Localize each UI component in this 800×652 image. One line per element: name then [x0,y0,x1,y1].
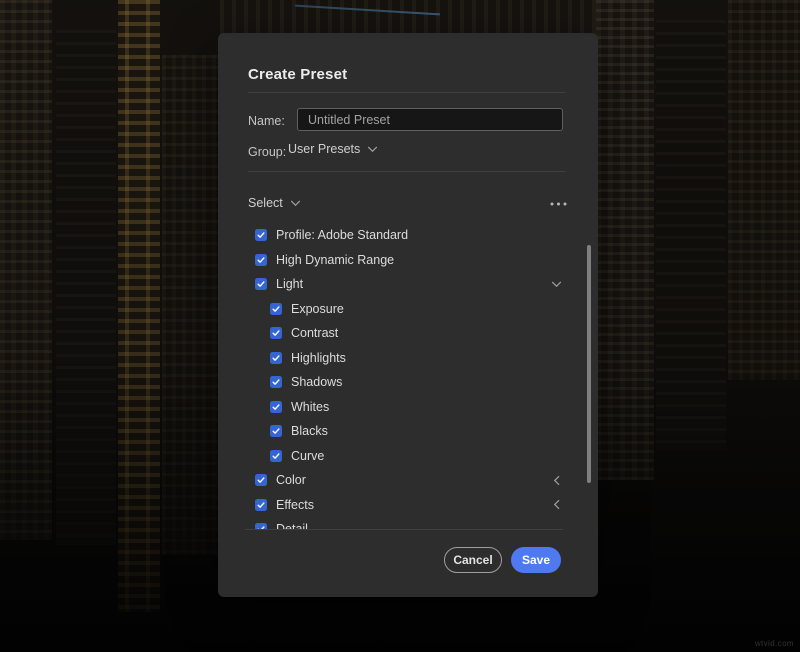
option-row-whites[interactable]: Whites [218,395,598,420]
checked-checkbox-icon[interactable] [270,450,282,462]
group-selected-value: User Presets [288,142,360,156]
option-label: Curve [291,449,324,463]
select-dropdown[interactable]: Select [248,196,301,210]
option-label: Contrast [291,326,338,340]
checked-checkbox-icon[interactable] [270,401,282,413]
chevron-left-icon[interactable] [551,501,562,508]
option-row-shadows[interactable]: Shadows [218,370,598,395]
preset-options-list: Profile: Adobe Standard High Dynamic Rang… [218,223,598,529]
create-preset-dialog: Create Preset Name: Group: User Presets … [218,33,598,597]
option-row-blacks[interactable]: Blacks [218,419,598,444]
divider [248,92,566,93]
checked-checkbox-icon[interactable] [255,278,267,290]
chevron-down-icon [367,146,378,153]
checked-checkbox-icon[interactable] [255,474,267,486]
option-row-curve[interactable]: Curve [218,444,598,469]
scrollbar-thumb[interactable] [587,245,591,483]
watermark: wtvid.com [755,639,794,648]
option-label: Shadows [291,375,342,389]
checked-checkbox-icon[interactable] [270,303,282,315]
checked-checkbox-icon[interactable] [270,376,282,388]
checked-checkbox-icon[interactable] [255,499,267,511]
chevron-left-icon[interactable] [551,477,562,484]
checked-checkbox-icon[interactable] [270,425,282,437]
save-button[interactable]: Save [511,547,561,573]
option-label: Exposure [291,302,344,316]
option-row-detail[interactable]: Detail [218,517,598,529]
checked-checkbox-icon[interactable] [270,327,282,339]
option-row-profile-adobe-standard[interactable]: Profile: Adobe Standard [218,223,598,248]
chevron-down-icon[interactable] [551,281,562,288]
divider [248,171,566,172]
name-label: Name: [248,114,285,128]
option-label: Detail [276,522,308,529]
option-label: High Dynamic Range [276,253,394,267]
option-label: Light [276,277,303,291]
option-row-exposure[interactable]: Exposure [218,297,598,322]
option-label: Whites [291,400,329,414]
option-label: Highlights [291,351,346,365]
select-label: Select [248,196,283,210]
dialog-footer: Cancel Save [444,547,561,573]
option-row-highlights[interactable]: Highlights [218,346,598,371]
option-label: Color [276,473,306,487]
checked-checkbox-icon[interactable] [270,352,282,364]
option-row-contrast[interactable]: Contrast [218,321,598,346]
divider [245,529,563,530]
chevron-down-icon [290,200,301,207]
checked-checkbox-icon[interactable] [255,254,267,266]
cancel-button[interactable]: Cancel [444,547,502,573]
option-row-effects[interactable]: Effects [218,493,598,518]
option-label: Blacks [291,424,328,438]
group-label: Group: [248,145,286,159]
more-options-icon[interactable] [549,198,567,210]
option-label: Profile: Adobe Standard [276,228,408,242]
option-row-color[interactable]: Color [218,468,598,493]
preset-name-input[interactable] [297,108,563,131]
option-row-high-dynamic-range[interactable]: High Dynamic Range [218,248,598,273]
option-row-light[interactable]: Light [218,272,598,297]
group-select-dropdown[interactable]: User Presets [288,142,378,156]
checked-checkbox-icon[interactable] [255,229,267,241]
dialog-title: Create Preset [248,66,347,83]
option-label: Effects [276,498,314,512]
